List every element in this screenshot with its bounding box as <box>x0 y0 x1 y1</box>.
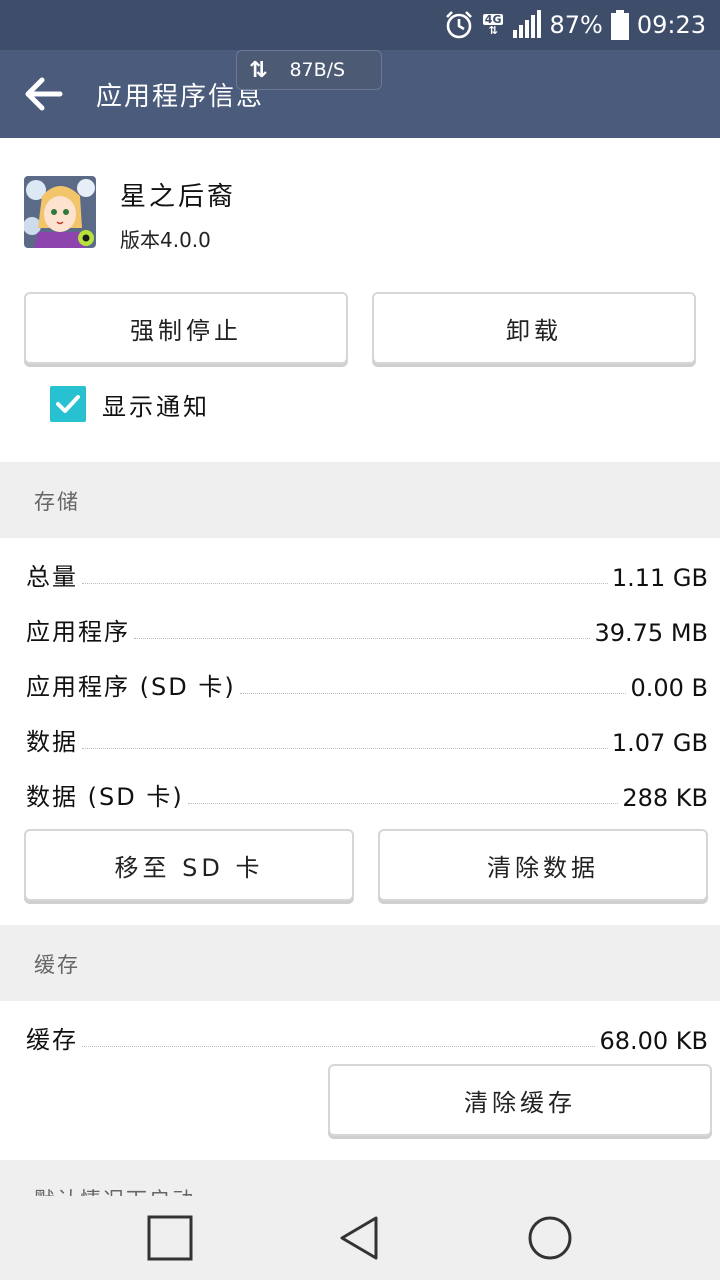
data-transfer-icon: 4G ⇅ <box>482 13 504 37</box>
storage-row-app: 应用程序 39.75 MB <box>26 607 708 647</box>
status-icons: 4G ⇅ 87% 09:23 <box>443 0 706 50</box>
storage-row-value: 39.75 MB <box>594 619 708 647</box>
storage-row-total: 总量 1.11 GB <box>26 552 708 592</box>
storage-row-value: 0.00 B <box>630 674 708 702</box>
navigation-bar <box>0 1196 720 1280</box>
clear-data-button[interactable]: 清除数据 <box>378 829 708 901</box>
storage-section-header: 存储 <box>0 462 720 538</box>
show-notifications-label: 显示通知 <box>102 392 210 421</box>
clear-cache-button[interactable]: 清除缓存 <box>328 1064 712 1136</box>
launch-by-default-header-label: 默认情况下启动 <box>34 1184 195 1196</box>
back-nav-button[interactable] <box>336 1214 384 1262</box>
status-bar: 4G ⇅ 87% 09:23 <box>0 0 720 50</box>
storage-row-label: 数据 <box>26 728 78 756</box>
check-icon <box>56 395 80 413</box>
battery-percent: 87% <box>549 11 603 39</box>
cache-header-label: 缓存 <box>34 953 80 977</box>
launch-by-default-section-header: 默认情况下启动 <box>0 1160 720 1196</box>
network-speed: 87B/S <box>289 59 346 81</box>
alarm-icon <box>443 9 475 41</box>
storage-row-value: 288 KB <box>622 784 708 812</box>
app-name: 星之后裔 <box>120 182 237 212</box>
storage-row-data: 数据 1.07 GB <box>26 717 708 757</box>
signal-icon <box>511 10 542 40</box>
circle-home-icon <box>528 1216 572 1260</box>
uninstall-button[interactable]: 卸载 <box>372 292 696 364</box>
square-icon <box>147 1215 193 1261</box>
storage-row-label: 应用程序 (SD 卡) <box>26 673 236 701</box>
app-version: 版本4.0.0 <box>120 228 211 252</box>
cache-row: 缓存 68.00 KB <box>26 1015 708 1055</box>
storage-header-label: 存储 <box>34 490 80 514</box>
battery-icon <box>610 10 629 40</box>
cache-row-label: 缓存 <box>26 1026 78 1054</box>
clock: 09:23 <box>636 11 706 39</box>
storage-row-value: 1.11 GB <box>611 564 708 592</box>
triangle-back-icon <box>340 1216 378 1260</box>
force-stop-button[interactable]: 强制停止 <box>24 292 348 364</box>
cache-section-header: 缓存 <box>0 925 720 1001</box>
back-button[interactable] <box>20 72 66 116</box>
recent-apps-button[interactable] <box>146 1214 194 1262</box>
app-icon <box>24 176 96 248</box>
data-transfer-icon: ⇅ <box>249 57 268 83</box>
show-notifications-toggle[interactable]: 显示通知 <box>50 386 210 422</box>
storage-row-label: 应用程序 <box>26 618 130 646</box>
storage-row-app-sd: 应用程序 (SD 卡) 0.00 B <box>26 662 708 702</box>
storage-row-data-sd: 数据 (SD 卡) 288 KB <box>26 772 708 812</box>
show-notifications-checkbox[interactable] <box>50 386 86 422</box>
storage-row-label: 总量 <box>26 563 78 591</box>
storage-row-label: 数据 (SD 卡) <box>26 783 184 811</box>
move-to-sd-button[interactable]: 移至 SD 卡 <box>24 829 354 901</box>
cache-row-value: 68.00 KB <box>599 1027 708 1055</box>
back-arrow-icon <box>25 77 63 111</box>
app-header: 星之后裔 版本4.0.0 <box>0 138 720 278</box>
storage-row-value: 1.07 GB <box>611 729 708 757</box>
network-speed-indicator: ⇅ 87B/S <box>236 50 382 90</box>
home-button[interactable] <box>526 1214 574 1262</box>
app-bar: 应用程序信息 ⇅ 87B/S <box>0 50 720 138</box>
